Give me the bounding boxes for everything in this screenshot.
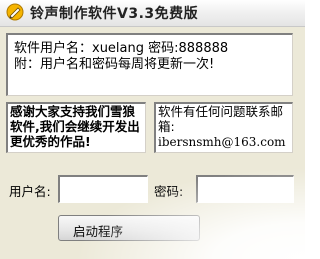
- thanks-text: 感谢大家支持我们雪狼软件,我们会继续开发出更优秀的作品!: [10, 104, 140, 149]
- username-label: 用户名:: [9, 184, 51, 199]
- password-label: 密码:: [154, 184, 184, 199]
- username-input[interactable]: [58, 175, 148, 203]
- credentials-text: 软件用户名：xuelang 密码:888888: [14, 41, 229, 56]
- password-input[interactable]: [196, 175, 294, 203]
- window-title: 铃声制作软件V3.3免费版: [30, 6, 199, 22]
- start-program-button[interactable]: 启动程序: [58, 215, 200, 241]
- start-program-label: 启动程序: [73, 225, 124, 239]
- thanks-panel: 感谢大家支持我们雪狼软件,我们会继续开发出更优秀的作品!: [6, 102, 146, 153]
- update-notice-text: 附：用户名和密码每周将更新一次!: [14, 57, 215, 72]
- contact-text: 软件有任何问题联系邮箱:: [158, 104, 284, 134]
- contact-email: ibersnsmh@163.com: [158, 135, 286, 149]
- title-bar: 铃声制作软件V3.3免费版: [0, 0, 305, 27]
- pencil-icon: [6, 3, 24, 21]
- info-panel: 软件用户名：xuelang 密码:888888 附：用户名和密码每周将更新一次!: [6, 33, 293, 96]
- contact-panel: 软件有任何问题联系邮箱: ibersnsmh@163.com: [154, 102, 293, 153]
- app-window: 铃声制作软件V3.3免费版 软件用户名：xuelang 密码:888888 附：…: [0, 0, 305, 259]
